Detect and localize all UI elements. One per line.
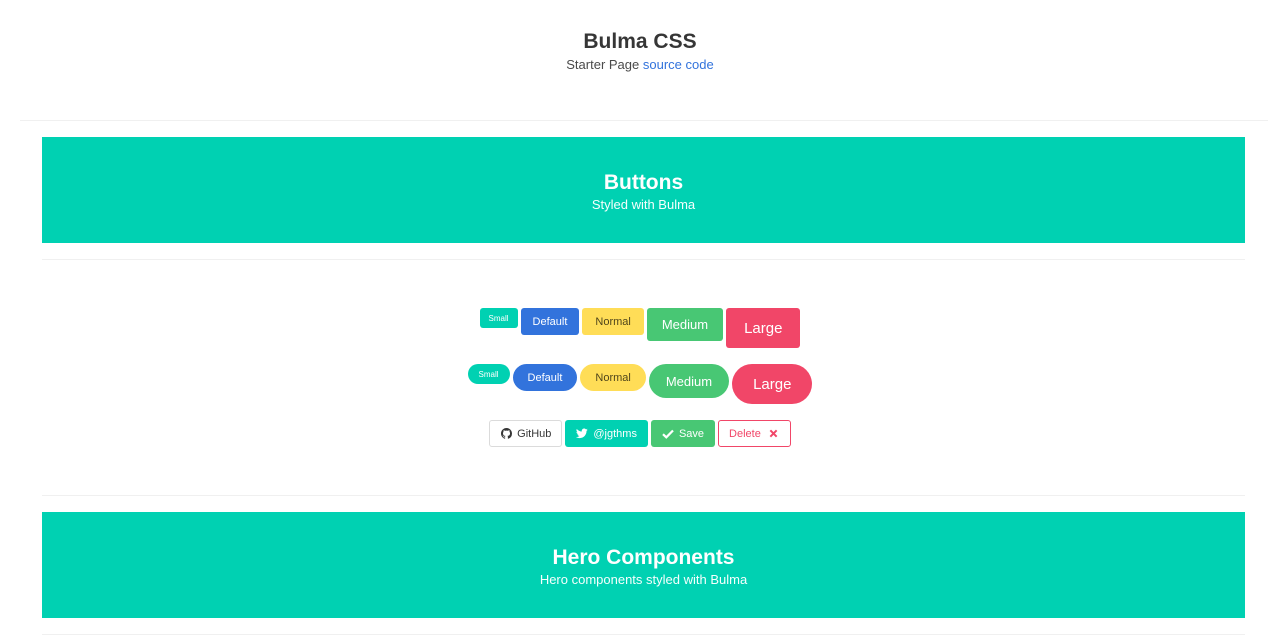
- hero-components-subtitle: Hero components styled with Bulma: [539, 572, 748, 587]
- close-icon: [768, 428, 780, 440]
- source-code-link[interactable]: source code: [643, 57, 714, 72]
- medium-rounded-button[interactable]: Medium: [648, 364, 730, 398]
- icon-buttons-row: GitHub @jgthms Save Delete: [0, 420, 1280, 447]
- normal-button[interactable]: Normal: [582, 308, 644, 335]
- save-button[interactable]: Save: [650, 420, 716, 447]
- save-label: Save: [678, 427, 705, 440]
- divider: [20, 120, 1268, 121]
- small-button[interactable]: Small: [479, 308, 518, 328]
- divider: [42, 634, 1245, 635]
- hero-buttons-title: Buttons: [603, 171, 684, 194]
- button-sizes-row: Small Default Normal Medium Large: [0, 308, 1280, 348]
- hero-buttons: Buttons Styled with Bulma: [42, 137, 1245, 243]
- delete-label: Delete: [729, 427, 761, 440]
- large-rounded-button[interactable]: Large: [732, 364, 813, 404]
- normal-rounded-button[interactable]: Normal: [580, 364, 646, 391]
- divider: [42, 259, 1245, 260]
- default-rounded-button[interactable]: Default: [512, 364, 578, 391]
- twitter-icon: [576, 428, 589, 440]
- default-button[interactable]: Default: [520, 308, 580, 335]
- page-title: Bulma CSS: [583, 30, 697, 53]
- small-rounded-button[interactable]: Small: [467, 364, 510, 384]
- check-icon: [662, 428, 674, 440]
- hero-buttons-subtitle: Styled with Bulma: [591, 197, 696, 212]
- page-subtitle: Starter Page source code: [0, 57, 1280, 73]
- github-icon: [500, 428, 512, 440]
- hero-components-title: Hero Components: [552, 546, 735, 569]
- medium-button[interactable]: Medium: [646, 308, 724, 341]
- delete-button[interactable]: Delete: [718, 420, 791, 447]
- hero-components: Hero Components Hero components styled w…: [42, 512, 1245, 618]
- page-header: Bulma CSS Starter Page source code: [0, 0, 1280, 90]
- twitter-button[interactable]: @jgthms: [565, 420, 648, 447]
- github-button[interactable]: GitHub: [489, 420, 563, 447]
- divider: [42, 495, 1245, 496]
- github-label: GitHub: [517, 427, 552, 440]
- subtitle-text: Starter Page: [566, 57, 640, 72]
- twitter-label: @jgthms: [593, 427, 637, 440]
- large-button[interactable]: Large: [726, 308, 801, 348]
- rounded-button-sizes-row: Small Default Normal Medium Large: [0, 364, 1280, 404]
